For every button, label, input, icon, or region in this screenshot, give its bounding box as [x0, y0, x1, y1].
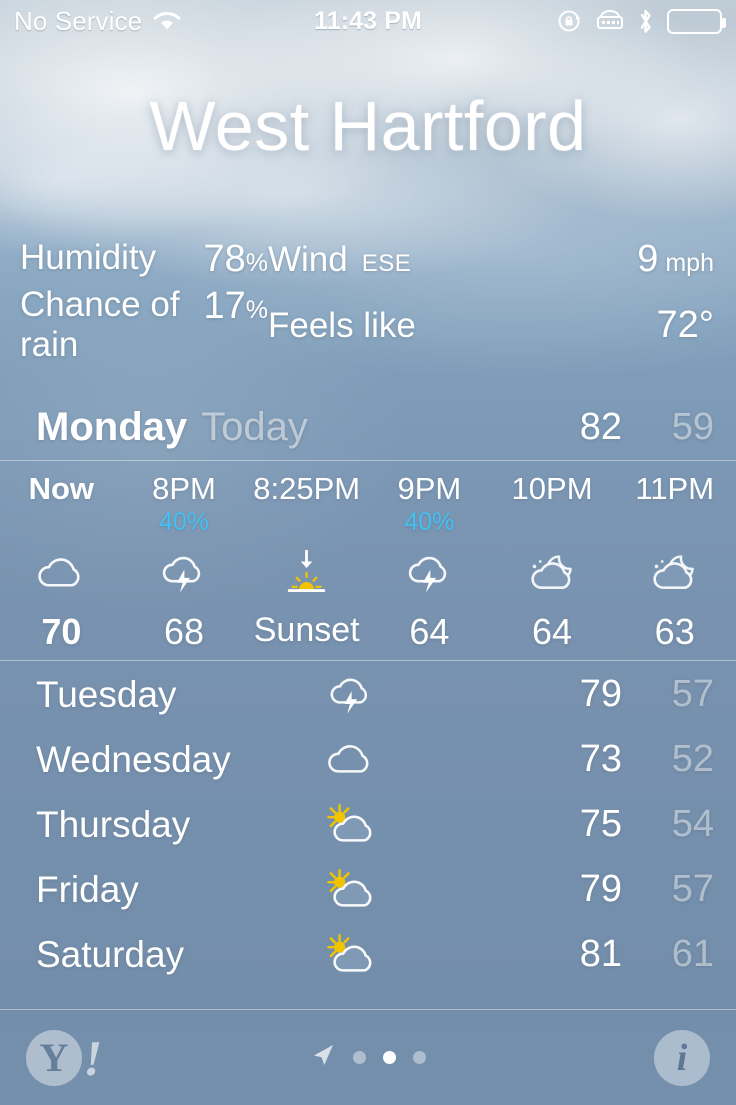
thunderstorm-icon [154, 537, 213, 609]
daily-forecast[interactable]: Tuesday 79 57 Wednesday 73 52 Thursday 7… [0, 662, 736, 987]
daily-day-name: Wednesday [36, 738, 231, 780]
conditions-row-1: Humidity 78% Wind ESE 9 mph [0, 226, 736, 292]
hourly-temp: 64 [532, 611, 573, 652]
status-bar-right [557, 8, 726, 35]
daily-forecast-row[interactable]: Thursday 75 54 [0, 792, 736, 857]
partly-cloudy-day-icon [322, 862, 406, 918]
feels-like-cell: Feels like 72° [268, 304, 736, 347]
cloud-icon [32, 537, 91, 609]
partly-cloudy-night-icon [523, 537, 582, 609]
daily-low-temp: 61 [671, 933, 714, 975]
sunset-icon [277, 537, 336, 609]
wind-direction: ESE [361, 249, 412, 277]
page-dot[interactable] [353, 1051, 366, 1064]
daily-low-temp: 52 [671, 738, 714, 780]
page-dot[interactable] [413, 1051, 426, 1064]
chance-of-rain-cell: Chance of rain 17% [0, 285, 268, 365]
weather-app: No Service 11:43 PM West Hartford Humidi… [0, 0, 736, 1105]
today-low-temp: 59 [671, 405, 714, 448]
daily-low-temp: 57 [671, 868, 714, 910]
hourly-time: 9PM [397, 471, 462, 506]
hourly-temp: 64 [409, 611, 450, 652]
yahoo-mark: Y [26, 1029, 82, 1086]
hourly-item[interactable]: 9PM 40% 64 [368, 462, 491, 660]
hourly-forecast[interactable]: Now 70 8PM 40% 68 8:25PM Sunset 9PM 40% … [0, 462, 736, 660]
yahoo-exclamation: ! [80, 1029, 107, 1086]
wind-unit: mph [665, 248, 714, 277]
daily-high-temp: 81 [579, 933, 622, 975]
yahoo-logo[interactable]: Y ! [26, 1029, 106, 1086]
hourly-time: 11PM [635, 471, 715, 506]
feels-like-label: Feels like [268, 305, 416, 345]
daily-forecast-row[interactable]: Friday 79 57 [0, 857, 736, 922]
daily-forecast-row[interactable]: Tuesday 79 57 [0, 662, 736, 727]
hourly-precip-chance: 40% [158, 508, 210, 536]
divider-above-hourly [0, 460, 736, 461]
today-label: Today [201, 404, 308, 449]
tty-icon [596, 10, 624, 32]
bluetooth-icon [637, 8, 654, 35]
chance-of-rain-unit: % [245, 296, 268, 324]
chance-of-rain-label: Chance of rain [20, 285, 180, 364]
thunderstorm-icon [322, 667, 406, 723]
daily-day-name: Saturday [36, 933, 185, 975]
daily-day-name: Thursday [36, 803, 191, 845]
thunderstorm-icon [400, 537, 459, 609]
location-arrow-icon[interactable] [310, 1042, 336, 1073]
page-title: West Hartford [149, 87, 587, 165]
today-high-temp: 82 [579, 405, 622, 448]
humidity-cell: Humidity 78% [0, 238, 268, 281]
hourly-time: Now [28, 471, 95, 506]
hourly-time: 10PM [511, 471, 593, 506]
hourly-item[interactable]: 11PM 63 [613, 462, 736, 660]
daily-day-name: Friday [36, 868, 139, 910]
info-button[interactable]: i [654, 1029, 710, 1086]
partly-cloudy-night-icon [645, 537, 704, 609]
page-dot-active[interactable] [383, 1051, 396, 1064]
today-summary-row[interactable]: Monday Today 82 59 [0, 398, 736, 456]
conditions-row-2: Chance of rain 17% Feels like 72° [0, 285, 736, 364]
daily-forecast-row[interactable]: Saturday 81 61 [0, 922, 736, 987]
hourly-temp: 68 [163, 611, 205, 652]
wind-label: Wind [268, 239, 348, 279]
bottom-bar: Y ! i [0, 1010, 736, 1105]
chance-of-rain-value: 17% [203, 285, 268, 327]
hourly-time: 8:25PM [253, 471, 361, 506]
hourly-item[interactable]: 8PM 40% 68 [123, 462, 246, 660]
daily-high-temp: 73 [579, 738, 622, 780]
hourly-item[interactable]: Now 70 [0, 462, 123, 660]
humidity-unit: % [245, 248, 268, 277]
hourly-time: 8PM [152, 471, 216, 506]
hourly-precip-chance: 40% [404, 508, 455, 536]
daily-low-temp: 54 [671, 803, 714, 845]
current-conditions: Humidity 78% Wind ESE 9 mph Chance of ra… [0, 226, 736, 365]
hourly-item[interactable]: 8:25PM Sunset [245, 462, 368, 660]
hourly-item[interactable]: 10PM 64 [491, 462, 614, 660]
rotation-lock-icon [557, 8, 583, 34]
cloud-icon [322, 732, 406, 788]
hourly-temp: 63 [654, 611, 695, 652]
daily-day-name: Tuesday [36, 673, 177, 715]
battery-icon [667, 8, 726, 34]
partly-cloudy-day-icon [322, 797, 406, 853]
feels-like-value: 72° [656, 303, 714, 346]
divider-below-hourly [0, 660, 736, 661]
humidity-label: Humidity [20, 237, 157, 277]
partly-cloudy-day-icon [322, 927, 406, 983]
wind-cell: Wind ESE 9 mph [268, 238, 736, 281]
wind-speed: 9 [637, 237, 659, 280]
daily-high-temp: 75 [579, 803, 622, 845]
daily-high-temp: 79 [579, 868, 622, 910]
today-day-name: Monday [36, 404, 188, 449]
humidity-value: 78% [203, 237, 268, 280]
page-indicator[interactable] [0, 1042, 736, 1073]
daily-high-temp: 79 [579, 673, 622, 715]
daily-forecast-row[interactable]: Wednesday 73 52 [0, 727, 736, 792]
hourly-temp: Sunset [253, 611, 360, 649]
hourly-temp: 70 [41, 611, 82, 652]
status-bar: No Service 11:43 PM [0, 0, 736, 42]
daily-low-temp: 57 [671, 673, 714, 715]
